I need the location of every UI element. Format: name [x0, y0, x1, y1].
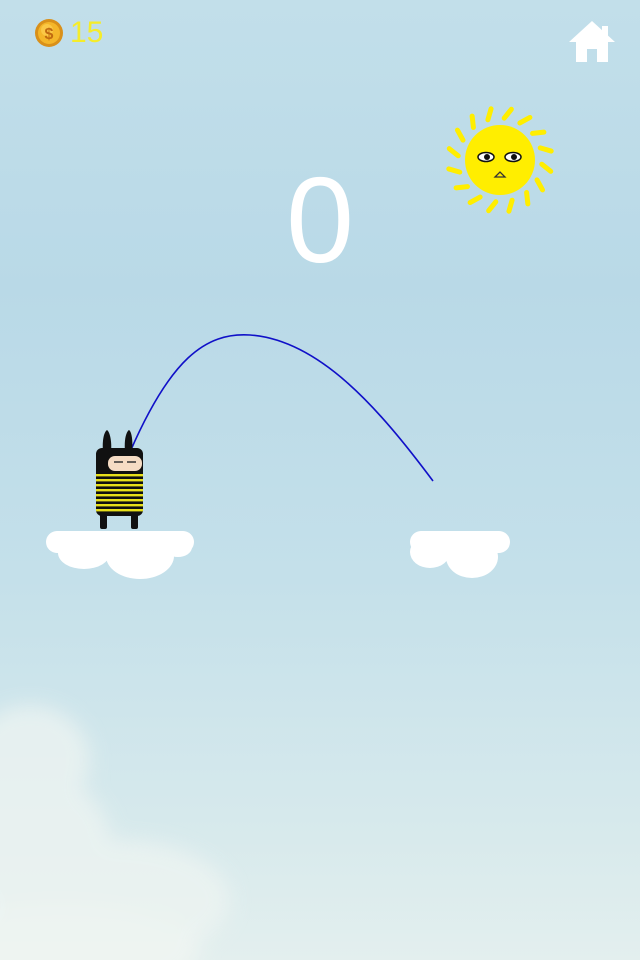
player-stripe — [96, 509, 143, 512]
player-stripe — [96, 489, 143, 492]
coin-counter: $ 15 — [34, 16, 103, 50]
player-stripe — [96, 479, 143, 482]
striped-ninja-character — [96, 430, 143, 529]
score-display: 0 — [286, 152, 354, 288]
player-stripe — [96, 499, 143, 502]
home-button[interactable] — [566, 18, 618, 64]
gold-coin-icon: $ — [35, 19, 63, 47]
coin-count: 15 — [70, 16, 104, 49]
player-stripe — [96, 494, 143, 497]
player-stripe — [96, 484, 143, 487]
player-stripe — [96, 474, 143, 477]
player-face — [108, 456, 142, 471]
home-icon — [569, 21, 615, 62]
svg-text:$: $ — [45, 26, 54, 43]
player-stripe — [96, 504, 143, 507]
